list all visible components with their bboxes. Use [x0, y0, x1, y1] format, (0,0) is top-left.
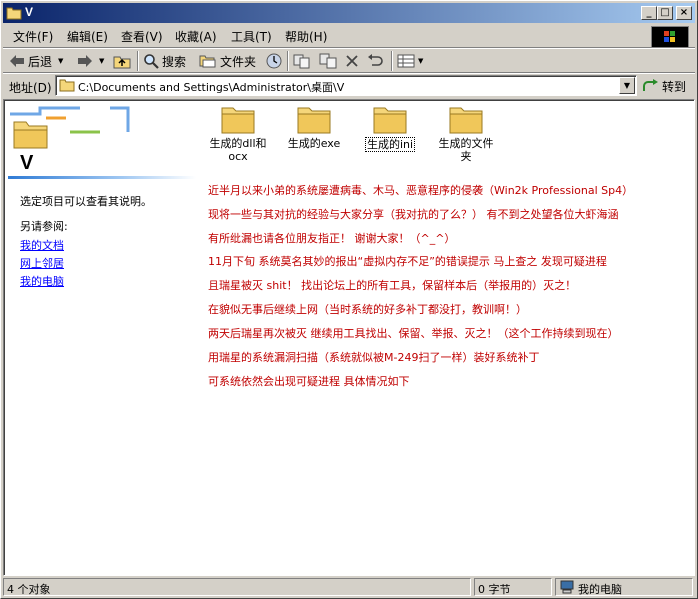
up-folder-button[interactable] [113, 51, 131, 71]
note-line: 11月下旬 系统莫名其妙的报出“虚拟内存不足”的错误提示 马上查之 发现可疑进程 [208, 255, 607, 268]
toolbar-separator [137, 51, 139, 71]
back-label: 后退 [28, 54, 53, 69]
history-button[interactable] [265, 51, 283, 71]
search-label: 搜索 [162, 54, 187, 69]
move-to-icon [293, 54, 310, 69]
folder-icon [373, 107, 407, 134]
folder-item[interactable]: 生成的exe [278, 104, 350, 150]
windows-logo-icon [651, 26, 689, 48]
folder-item[interactable]: 生成的dll和ocx [202, 104, 274, 163]
note-line: 近半月以来小弟的系统屡遭病毒、木马、恶意程序的侵袭（Win2k Professi… [208, 184, 634, 197]
maximize-button[interactable]: □ [657, 6, 673, 20]
note-line: 在貌似无事后继续上网（当时系统的好多补丁都没打，教训啊！） [208, 303, 527, 316]
address-value: C:\Documents and Settings\Administrator\… [78, 81, 345, 94]
delete-icon [346, 55, 358, 67]
address-bar: 地址(D) C:\Documents and Settings\Administ… [3, 74, 695, 98]
menu-favorites[interactable]: 收藏(A) [175, 28, 217, 45]
go-arrow-icon [643, 79, 658, 91]
views-icon [397, 54, 415, 68]
chevron-down-icon: ▼ [418, 57, 424, 65]
folder-icon [297, 107, 331, 134]
folder-icon [449, 107, 483, 134]
menu-edit[interactable]: 编辑(E) [67, 28, 108, 45]
note-line: 现将一些与其对抗的经验与大家分享（我对抗的了么？） 有不到之处望各位大虾海涵 [208, 208, 619, 221]
address-input[interactable]: C:\Documents and Settings\Administrator\… [55, 75, 637, 96]
folder-name: V [20, 152, 34, 174]
search-button[interactable]: 搜索 [143, 51, 186, 71]
move-to-button[interactable] [293, 51, 311, 71]
forward-button[interactable]: ▼ [77, 51, 104, 71]
go-label: 转到 [662, 79, 687, 94]
link-my-documents[interactable]: 我的文档 [20, 237, 64, 253]
delete-button[interactable] [345, 51, 359, 71]
folder-content-area[interactable]: V 选定项目可以查看其说明。 另请参阅: 我的文档 网上邻居 我的电脑 生成的d… [3, 99, 695, 576]
search-icon [144, 54, 159, 69]
folder-icon [221, 107, 255, 134]
undo-icon [368, 54, 383, 66]
address-dropdown-button[interactable]: ▼ [619, 77, 635, 94]
up-folder-icon [113, 56, 131, 69]
views-button[interactable]: ▼ [397, 51, 423, 71]
link-network-places[interactable]: 网上邻居 [20, 255, 64, 271]
see-also-heading: 另请参阅: [20, 220, 68, 233]
folder-label: 生成的文件夹 [438, 137, 494, 163]
selection-description: 选定项目可以查看其说明。 [20, 195, 152, 208]
pane-divider [8, 176, 196, 179]
toolbar: 后退 ▼ ▼ 搜索 文件夹 ▼ [3, 49, 695, 73]
undo-button[interactable] [367, 51, 383, 71]
link-my-computer[interactable]: 我的电脑 [20, 273, 64, 289]
minimize-button[interactable]: _ [641, 6, 657, 20]
note-line: 且瑞星被灭 shit！ 找出论坛上的所有工具，保留样本后（举报用的）灭之！ [208, 279, 577, 292]
note-line: 有所纰漏也请各位朋友指正！ 谢谢大家！（^_^） [208, 232, 456, 245]
folder-label: 生成的exe [287, 137, 341, 150]
folder-label: 生成的ini [364, 137, 416, 152]
folders-label: 文件夹 [220, 54, 257, 69]
menu-help[interactable]: 帮助(H) [285, 28, 327, 45]
web-view-pane: V 选定项目可以查看其说明。 另请参阅: 我的文档 网上邻居 我的电脑 [6, 102, 196, 572]
menu-bar: 文件(F) 编辑(E) 查看(V) 收藏(A) 工具(T) 帮助(H) [3, 25, 695, 48]
menu-file[interactable]: 文件(F) [13, 28, 53, 45]
go-button[interactable]: 转到 [643, 76, 686, 96]
folder-label: 生成的dll和ocx [209, 137, 267, 163]
forward-arrow-icon [78, 55, 92, 67]
folders-button[interactable]: 文件夹 [199, 51, 256, 71]
status-location-label: 我的电脑 [578, 583, 622, 596]
back-arrow-icon [10, 55, 24, 67]
folder-icon [6, 7, 22, 20]
folder-icon [59, 79, 75, 92]
toolbar-separator [287, 51, 289, 71]
status-bar: 4 个对象 0 字节 我的电脑 [3, 578, 695, 597]
window-title: V [25, 5, 34, 19]
folder-item[interactable]: 生成的ini [354, 104, 426, 152]
status-size: 0 字节 [474, 578, 552, 596]
chevron-down-icon: ▼ [99, 57, 105, 65]
note-line: 用瑞星的系统漏洞扫描（系统就似被M-249扫了一样）装好系统补丁 [208, 351, 540, 364]
menu-view[interactable]: 查看(V) [121, 28, 163, 45]
folder-banner-icon [10, 106, 130, 149]
history-icon [266, 53, 282, 69]
status-object-count: 4 个对象 [3, 578, 471, 596]
copy-to-icon [319, 53, 337, 69]
title-bar[interactable]: V _ □ × [3, 3, 695, 23]
toolbar-separator [391, 51, 393, 71]
address-label: 地址(D) [9, 81, 52, 95]
folders-icon [199, 55, 216, 68]
computer-icon [560, 580, 574, 594]
chevron-down-icon: ▼ [58, 57, 64, 65]
copy-to-button[interactable] [319, 51, 337, 71]
folder-item[interactable]: 生成的文件夹 [430, 104, 502, 163]
close-button[interactable]: × [676, 6, 692, 20]
note-line: 可系统依然会出现可疑进程 具体情况如下 [208, 375, 410, 388]
back-button[interactable]: 后退 ▼ [9, 51, 63, 71]
status-location: 我的电脑 [555, 578, 693, 596]
note-line: 两天后瑞星再次被灭 继续用工具找出、保留、举报、灭之！（这个工作持续到现在） [208, 327, 619, 340]
explorer-window: V _ □ × 文件(F) 编辑(E) 查看(V) 收藏(A) 工具(T) 帮助… [0, 0, 698, 599]
menu-tools[interactable]: 工具(T) [231, 28, 272, 45]
